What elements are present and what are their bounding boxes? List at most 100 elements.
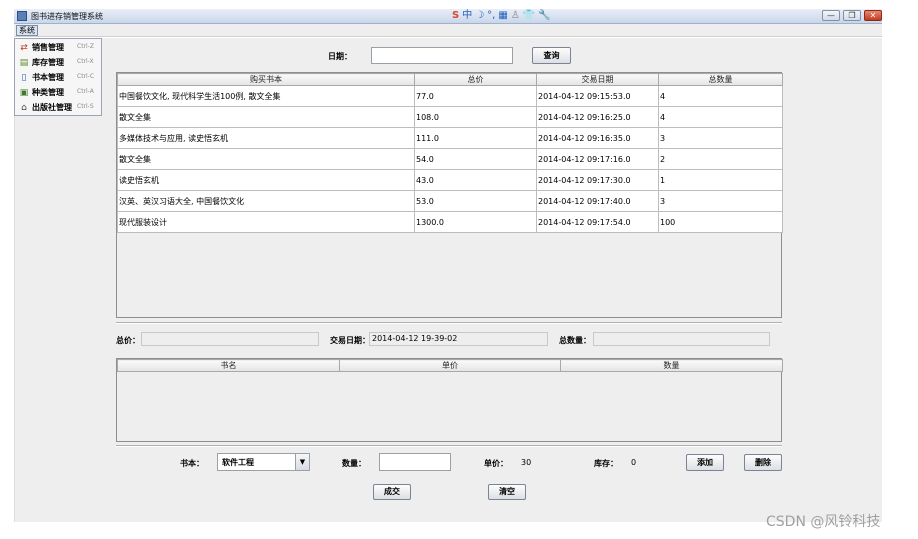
column-header-total-price[interactable]: 总价	[414, 73, 537, 86]
stock-value: 0	[631, 458, 637, 467]
cell-total-qty: 1	[658, 169, 783, 191]
quantity-label: 数量：	[342, 459, 366, 468]
orders-table: 购买书本 总价 交易日期 总数量 中国餐饮文化, 现代科学生活100例, 散文全…	[117, 73, 783, 233]
menu-item-label: 书本管理	[32, 73, 64, 82]
menu-item-label: 库存管理	[32, 58, 64, 67]
cell-books: 汉英、英汉习语大全, 中国餐饮文化	[117, 190, 415, 212]
menu-item-shortcut: Ctrl-S	[77, 103, 94, 110]
column-header-total-qty[interactable]: 总数量	[658, 73, 783, 86]
moon-icon[interactable]: ☽	[475, 9, 484, 23]
menu-item-label: 出版社管理	[32, 103, 72, 112]
date-label: 日期：	[328, 52, 352, 61]
category-icon: ▣	[19, 88, 29, 98]
column-header-unit-price[interactable]: 单价	[339, 359, 561, 372]
skin-icon[interactable]: 👕	[523, 9, 535, 23]
close-button[interactable]: ✕	[864, 10, 882, 21]
items-table-panel: 书名 单价 数量	[116, 358, 783, 442]
stock-label: 库存：	[594, 459, 618, 468]
book-select-value: 软件工程	[222, 458, 254, 467]
summary-count-field[interactable]	[593, 332, 770, 346]
summary-date-label: 交易日期：	[330, 336, 370, 345]
cell-trade-date: 2014-04-12 09:17:40.0	[536, 190, 659, 212]
table-row[interactable]: 读史悟玄机 43.0 2014-04-12 09:17:30.0 1	[117, 169, 783, 191]
section-divider	[116, 322, 782, 324]
cell-total-qty: 2	[658, 148, 783, 170]
book-label: 书本：	[180, 459, 204, 468]
menu-item-categories[interactable]: ▣ 种类管理 Ctrl-A	[17, 86, 101, 100]
add-button[interactable]: 添加	[686, 454, 724, 471]
summary-total-field[interactable]	[141, 332, 319, 346]
menubar: 系统	[14, 24, 882, 37]
cell-trade-date: 2014-04-12 09:17:16.0	[536, 148, 659, 170]
chinese-mode-icon[interactable]: 中	[462, 9, 472, 23]
table-row[interactable]: 散文全集 108.0 2014-04-12 09:16:25.0 4	[117, 106, 783, 128]
ime-toolbar[interactable]: S 中 ☽ °, ▦ ♙ 👕 🔧	[452, 9, 552, 23]
column-header-books[interactable]: 购买书本	[117, 73, 415, 86]
cell-total-price: 53.0	[414, 190, 537, 212]
cell-total-qty: 4	[658, 85, 783, 107]
window-title: 图书进存销管理系统	[31, 12, 103, 21]
menu-item-shortcut: Ctrl-C	[77, 73, 95, 80]
punctuation-icon[interactable]: °,	[487, 9, 495, 23]
section-divider	[116, 445, 782, 447]
user-icon[interactable]: ♙	[511, 9, 520, 23]
minimize-button[interactable]: —	[822, 10, 840, 21]
sales-icon: ⇄	[20, 43, 28, 53]
app-icon	[17, 11, 27, 21]
menu-item-shortcut: Ctrl-X	[77, 58, 94, 65]
cell-total-price: 1300.0	[414, 211, 537, 233]
window-titlebar[interactable]: 图书进存销管理系统 S 中 ☽ °, ▦ ♙ 👕 🔧 — ❐ ✕	[14, 9, 882, 24]
query-button[interactable]: 查询	[532, 47, 571, 64]
table-row[interactable]: 汉英、英汉习语大全, 中国餐饮文化 53.0 2014-04-12 09:17:40…	[117, 190, 783, 212]
menu-item-books[interactable]: ▯ 书本管理 Ctrl-C	[17, 71, 101, 85]
cell-total-price: 77.0	[414, 85, 537, 107]
sogou-icon[interactable]: S	[452, 9, 459, 23]
system-menu-dropdown: ⇄ 销售管理 Ctrl-Z ▤ 库存管理 Ctrl-X ▯ 书本管理 Ctrl-…	[14, 38, 102, 116]
table-row[interactable]: 现代服装设计 1300.0 2014-04-12 09:17:54.0 100	[117, 211, 783, 233]
maximize-button[interactable]: ❐	[843, 10, 861, 21]
publisher-icon: ⌂	[21, 103, 27, 113]
cell-trade-date: 2014-04-12 09:17:54.0	[536, 211, 659, 233]
menu-item-sales[interactable]: ⇄ 销售管理 Ctrl-Z	[17, 41, 101, 55]
column-header-trade-date[interactable]: 交易日期	[536, 73, 659, 86]
menu-item-label: 销售管理	[32, 43, 64, 52]
items-table: 书名 单价 数量	[117, 359, 783, 372]
cell-total-price: 108.0	[414, 106, 537, 128]
book-select[interactable]: 软件工程 ▼	[217, 453, 310, 471]
orders-table-panel: 购买书本 总价 交易日期 总数量 中国餐饮文化, 现代科学生活100例, 散文全…	[116, 72, 783, 318]
keyboard-icon[interactable]: ▦	[498, 9, 507, 23]
unit-price-label: 单价：	[484, 459, 508, 468]
column-header-quantity[interactable]: 数量	[560, 359, 783, 372]
column-header-book-name[interactable]: 书名	[117, 359, 340, 372]
cell-trade-date: 2014-04-12 09:16:35.0	[536, 127, 659, 149]
inventory-icon: ▤	[19, 58, 29, 68]
cell-books: 散文全集	[117, 148, 415, 170]
table-row[interactable]: 中国餐饮文化, 现代科学生活100例, 散文全集 77.0 2014-04-12 0…	[117, 85, 783, 107]
menu-item-shortcut: Ctrl-Z	[77, 43, 94, 50]
cell-trade-date: 2014-04-12 09:17:30.0	[536, 169, 659, 191]
chevron-down-icon[interactable]: ▼	[295, 454, 309, 470]
cell-total-qty: 100	[658, 211, 783, 233]
wrench-icon[interactable]: 🔧	[538, 9, 550, 23]
table-row[interactable]: 散文全集 54.0 2014-04-12 09:17:16.0 2	[117, 148, 783, 170]
orders-header-row: 购买书本 总价 交易日期 总数量	[117, 73, 783, 86]
menu-item-inventory[interactable]: ▤ 库存管理 Ctrl-X	[17, 56, 101, 70]
cell-books: 读史悟玄机	[117, 169, 415, 191]
table-row[interactable]: 多媒体技术与应用, 读史悟玄机 111.0 2014-04-12 09:16:35.…	[117, 127, 783, 149]
cell-total-price: 43.0	[414, 169, 537, 191]
date-input[interactable]	[371, 47, 513, 64]
cell-books: 现代服装设计	[117, 211, 415, 233]
quantity-input[interactable]	[379, 453, 451, 471]
cell-total-price: 111.0	[414, 127, 537, 149]
summary-date-field[interactable]: 2014-04-12 19-39-02	[369, 332, 548, 346]
summary-total-label: 总价：	[116, 336, 140, 345]
menu-system[interactable]: 系统	[16, 25, 38, 36]
cell-books: 多媒体技术与应用, 读史悟玄机	[117, 127, 415, 149]
cell-total-qty: 3	[658, 127, 783, 149]
unit-price-value: 30	[521, 458, 532, 467]
clear-button[interactable]: 清空	[488, 484, 526, 500]
delete-button[interactable]: 删除	[744, 454, 782, 471]
summary-count-label: 总数量：	[559, 336, 591, 345]
deal-button[interactable]: 成交	[373, 484, 411, 500]
menu-item-publishers[interactable]: ⌂ 出版社管理 Ctrl-S	[17, 101, 101, 115]
